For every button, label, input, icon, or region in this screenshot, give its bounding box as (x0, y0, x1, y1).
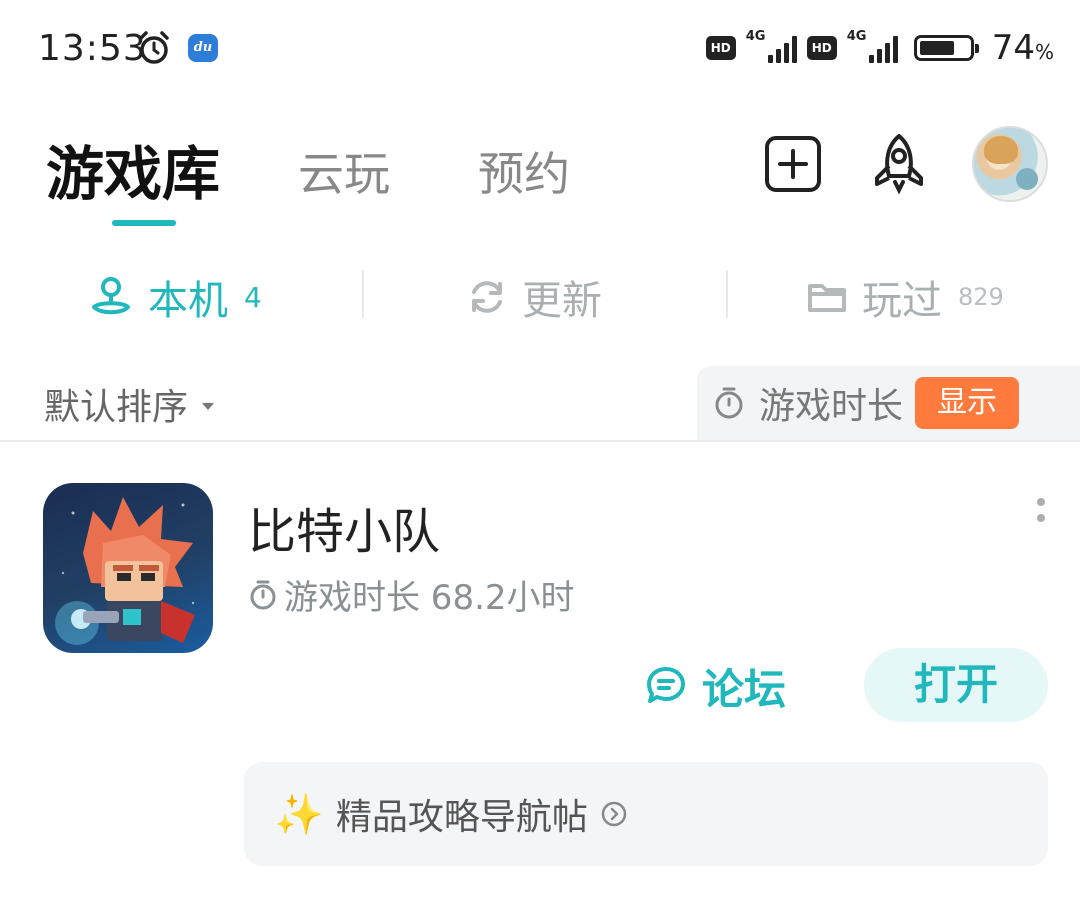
forum-button-label: 论坛 (702, 664, 787, 714)
user-avatar[interactable] (972, 126, 1048, 202)
game-playtime: 游戏时长 68.2小时 (248, 570, 575, 619)
header-actions (760, 126, 1048, 202)
network-type: 4G (745, 29, 766, 44)
playtime-toggle-label: 游戏时长 (759, 386, 904, 427)
battery-icon (913, 35, 979, 61)
status-indicators: HD 4G HD 4G 74% (705, 26, 1054, 70)
guide-card[interactable]: ✨ 精品攻略导航帖 (244, 762, 1048, 866)
game-title[interactable]: 比特小队 (248, 492, 440, 562)
tab-divider (362, 270, 364, 318)
top-tab-bar: 游戏库 云玩 预约 (46, 130, 658, 210)
subtab-local-count: 4 (244, 280, 262, 314)
stopwatch-icon (250, 580, 276, 609)
sort-label: 默认排序 (44, 387, 189, 428)
chevron-right-circle-icon (601, 801, 627, 827)
folder-icon (808, 284, 846, 312)
subtab-played-count: 829 (958, 283, 1004, 311)
subtab-local-label: 本机 (148, 278, 228, 324)
add-game-button[interactable] (760, 131, 826, 197)
plus-square-icon (765, 136, 821, 192)
hd-icon: HD (705, 36, 736, 60)
accelerator-button[interactable] (866, 131, 932, 197)
subtab-update-label: 更新 (522, 278, 602, 324)
caret-down-icon (202, 402, 215, 410)
battery-percent: 74% (991, 28, 1054, 68)
forum-button[interactable]: 论坛 (644, 656, 786, 716)
tab-divider (726, 270, 728, 318)
tab-cloud-play[interactable]: 云玩 (298, 138, 390, 210)
guide-label: 精品攻略导航帖 (335, 797, 588, 838)
app-notification-icon: du (188, 34, 218, 62)
stopwatch-icon (715, 387, 743, 419)
more-options-icon[interactable] (1034, 498, 1048, 538)
sort-dropdown[interactable]: 默认排序 (44, 378, 215, 430)
subtab-local[interactable]: 本机 4 (88, 262, 262, 332)
subtab-played[interactable]: 玩过 829 (806, 262, 1004, 332)
alarm-clock-icon (136, 30, 172, 70)
signal-strength-icon: 4G (847, 29, 898, 63)
game-icon[interactable] (43, 483, 213, 653)
network-type: 4G (846, 29, 867, 44)
subtab-played-label: 玩过 (862, 278, 942, 324)
tab-reservation[interactable]: 预约 (478, 138, 570, 210)
joystick-icon (92, 277, 130, 315)
tab-game-library[interactable]: 游戏库 (46, 138, 220, 210)
chat-bubble-icon (647, 667, 685, 703)
status-time: 13:53 (38, 28, 147, 69)
section-divider (0, 440, 1080, 442)
subtab-update[interactable]: 更新 (466, 262, 602, 332)
refresh-icon (472, 281, 502, 313)
sparkles-icon: ✨ (274, 791, 324, 838)
active-tab-indicator (112, 220, 176, 226)
signal-strength-icon: 4G (746, 29, 797, 63)
sub-tab-bar: 本机 4 更新 玩过 829 (0, 262, 1080, 332)
hd-icon: HD (806, 36, 837, 60)
game-playtime-text: 游戏时长 68.2小时 (284, 578, 575, 618)
status-bar: 13:53 du HD 4G HD 4G 74% (0, 0, 1080, 100)
playtime-toggle[interactable]: 游戏时长 显示 (697, 366, 1080, 440)
playtime-show-badge[interactable]: 显示 (915, 377, 1020, 429)
game-art-icon (55, 497, 195, 645)
open-game-button[interactable]: 打开 (864, 648, 1048, 722)
rocket-icon (875, 134, 923, 195)
